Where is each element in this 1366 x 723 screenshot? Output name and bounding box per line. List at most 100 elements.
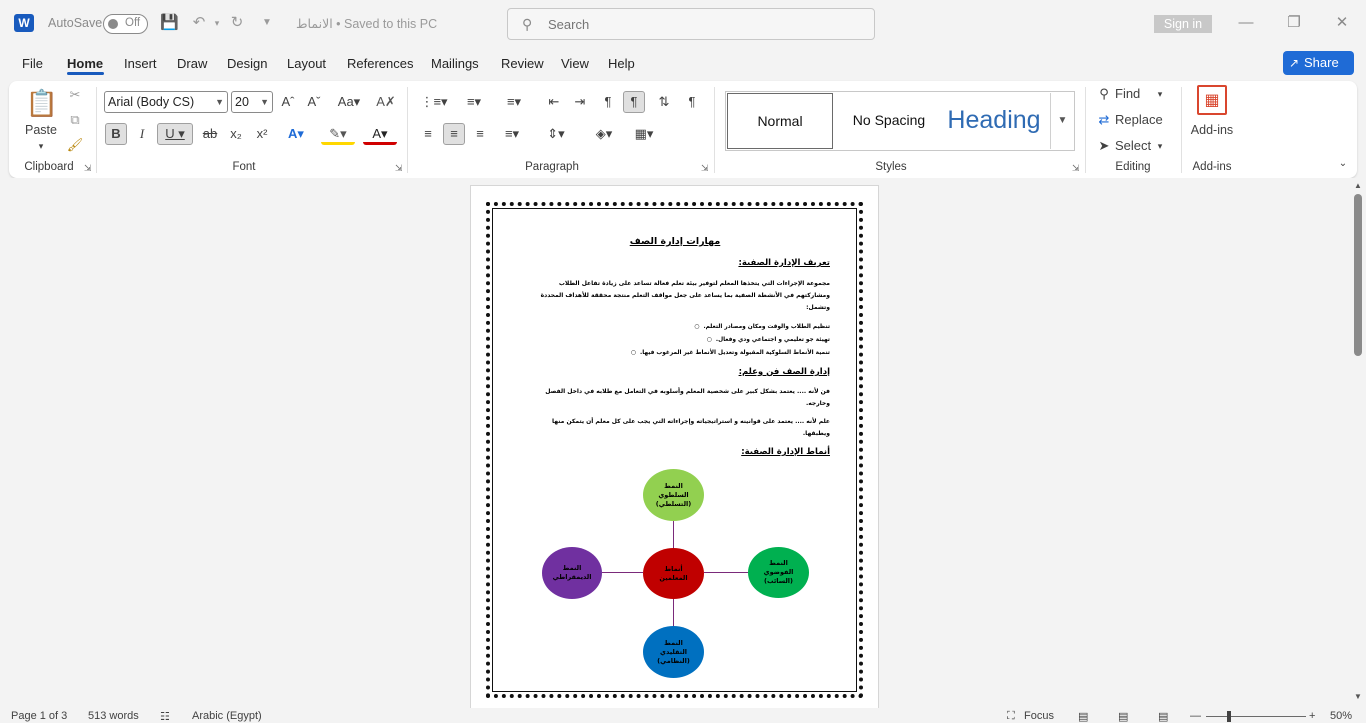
borders-icon[interactable]: ▦▾ [627,123,661,145]
search-input[interactable] [548,15,848,33]
zoom-slider[interactable] [1206,716,1306,717]
align-left-icon[interactable]: ≡ [417,123,439,145]
bullets-icon[interactable]: ⋮≡▾ [417,91,451,113]
autosave-toggle[interactable]: Off [103,14,148,34]
rtl-paragraph-icon[interactable]: ¶ [623,91,645,113]
list-item[interactable]: تنظيم الطلاب والوقت ومكان ومصادر التعلم. [560,320,830,334]
word-app-icon[interactable]: W [14,14,34,32]
section-heading-art-science[interactable]: إدارة الصف فن وعلم: [640,367,830,377]
replace-button[interactable]: Replace [1115,109,1171,131]
italic-button[interactable]: I [131,123,153,145]
cut-icon[interactable]: ✂ [65,84,85,106]
add-ins-icon[interactable]: ▦ [1197,85,1227,115]
clear-formatting-icon[interactable]: A✗ [375,91,397,113]
word-count[interactable]: 513 words [88,710,139,722]
list-item[interactable]: تنمية الأنماط السلوكية المقبولة وتعديل ا… [560,346,830,360]
zoom-level[interactable]: 50% [1330,710,1352,722]
justify-icon[interactable]: ≡▾ [495,123,529,145]
diagram-node-left[interactable]: النمط الديمقراطي [542,547,602,599]
language[interactable]: Arabic (Egypt) [192,710,262,722]
tab-home[interactable]: Home [67,56,103,71]
customize-qat-icon[interactable]: ▼ [258,14,276,32]
styles-launcher-icon[interactable]: ⇲ [1072,163,1080,174]
copy-icon[interactable]: ⧉ [65,109,85,131]
highlight-color-icon[interactable]: ✎▾ [321,123,355,145]
styles-more-icon[interactable]: ▼ [1050,93,1074,149]
diagram-node-bottom[interactable]: النمط التقليدي (النظامي) [643,626,704,678]
section-heading-definition[interactable]: تعريف الإدارة الصفية: [640,258,830,268]
style-heading[interactable]: Heading [944,93,1044,149]
paragraph-art[interactable]: فن لأنه .... يعتمد بشكل كبير على شخصية ا… [536,386,830,410]
document-title[interactable]: الانماط • Saved to this PC [296,16,437,31]
style-normal[interactable]: Normal [727,93,833,149]
proofing-icon[interactable]: ☷ [160,710,170,723]
sort-icon[interactable]: ⇅ [653,91,675,113]
paragraph-launcher-icon[interactable]: ⇲ [701,163,709,174]
find-icon[interactable]: ⚲ [1095,83,1113,105]
subscript-button[interactable]: x₂ [225,123,247,145]
tab-layout[interactable]: Layout [287,56,326,71]
collapse-ribbon-icon[interactable]: ⌄ [1335,153,1351,175]
paste-icon[interactable]: 📋 [25,86,59,120]
list-item[interactable]: تهيئة جو تعليمي و اجتماعي ودي وفعال. [560,333,830,347]
diagram-node-top[interactable]: النمط السلطوي (التسلطي) [643,469,704,521]
section-heading-styles[interactable]: أنماط الإدارة الصفية: [640,447,830,457]
bold-button[interactable]: B [105,123,127,145]
text-effects-icon[interactable]: A▾ [281,123,311,145]
minimize-icon[interactable]: — [1234,12,1258,34]
select-dropdown-icon[interactable]: ▾ [1153,135,1167,157]
tab-draw[interactable]: Draw [177,56,207,71]
show-formatting-icon[interactable]: ¶ [681,91,703,113]
undo-icon[interactable]: ↶ [190,14,208,32]
font-size-combo[interactable]: 20 ▼ [231,91,273,113]
tab-help[interactable]: Help [608,56,635,71]
sign-in-button[interactable]: Sign in [1154,15,1212,33]
format-painter-icon[interactable]: 🖌 [65,134,85,156]
superscript-button[interactable]: x² [251,123,273,145]
web-layout-icon[interactable]: ▤ [1158,710,1168,723]
zoom-in-icon[interactable]: + [1309,710,1315,722]
document-heading[interactable]: مهارات إدارة الصف [620,236,730,247]
ltr-paragraph-icon[interactable]: ¶ [597,91,619,113]
decrease-indent-icon[interactable]: ⇤ [543,91,565,113]
clipboard-launcher-icon[interactable]: ⇲ [84,163,92,174]
numbering-icon[interactable]: ≡▾ [457,91,491,113]
line-spacing-icon[interactable]: ⇕▾ [539,123,573,145]
font-launcher-icon[interactable]: ⇲ [395,163,403,174]
tab-insert[interactable]: Insert [124,56,157,71]
paste-dropdown-icon[interactable]: ▾ [31,135,51,157]
search-box[interactable]: ⚲ [507,8,875,40]
tab-view[interactable]: View [561,56,589,71]
scroll-down-icon[interactable]: ▼ [1353,692,1363,701]
share-button[interactable]: ↗ Share [1283,51,1354,75]
print-layout-icon[interactable]: ▤ [1118,710,1128,723]
change-case-icon[interactable]: Aa▾ [331,91,367,113]
underline-button[interactable]: U ▾ [157,123,193,145]
scroll-up-icon[interactable]: ▲ [1353,181,1363,190]
zoom-slider-thumb[interactable] [1227,711,1231,722]
diagram-node-right[interactable]: النمط الفوضوي (السائب) [748,547,809,598]
undo-dropdown-icon[interactable]: ▾ [208,14,226,32]
tab-design[interactable]: Design [227,56,267,71]
find-dropdown-icon[interactable]: ▾ [1153,83,1167,105]
grow-font-icon[interactable]: Aˆ [277,91,299,113]
add-ins-button[interactable]: Add-ins [1187,119,1237,141]
multilevel-list-icon[interactable]: ≡▾ [497,91,531,113]
replace-icon[interactable]: ⇄ [1095,109,1113,131]
tab-review[interactable]: Review [501,56,544,71]
tab-references[interactable]: References [347,56,413,71]
paragraph-definition[interactable]: مجموعة الإجراءات التي يتخذها المعلم لتوف… [536,278,830,314]
vertical-scrollbar[interactable]: ▲ ▼ [1350,178,1366,708]
font-color-icon[interactable]: A▾ [363,123,397,145]
tab-file[interactable]: File [22,56,43,71]
diagram-node-center[interactable]: أنماط المعلمين [643,548,704,599]
find-button[interactable]: Find [1115,83,1147,105]
font-name-combo[interactable]: Arial (Body CS) ▼ [104,91,228,113]
read-mode-icon[interactable]: ▤ [1078,710,1088,723]
shrink-font-icon[interactable]: Aˇ [303,91,325,113]
strikethrough-button[interactable]: ab [199,123,221,145]
align-right-icon[interactable]: ≡ [469,123,491,145]
increase-indent-icon[interactable]: ⇥ [569,91,591,113]
focus-button[interactable]: Focus [1024,710,1054,722]
paragraph-science[interactable]: علم لأنه .... يعتمد على قوانينه و استرات… [536,416,830,440]
